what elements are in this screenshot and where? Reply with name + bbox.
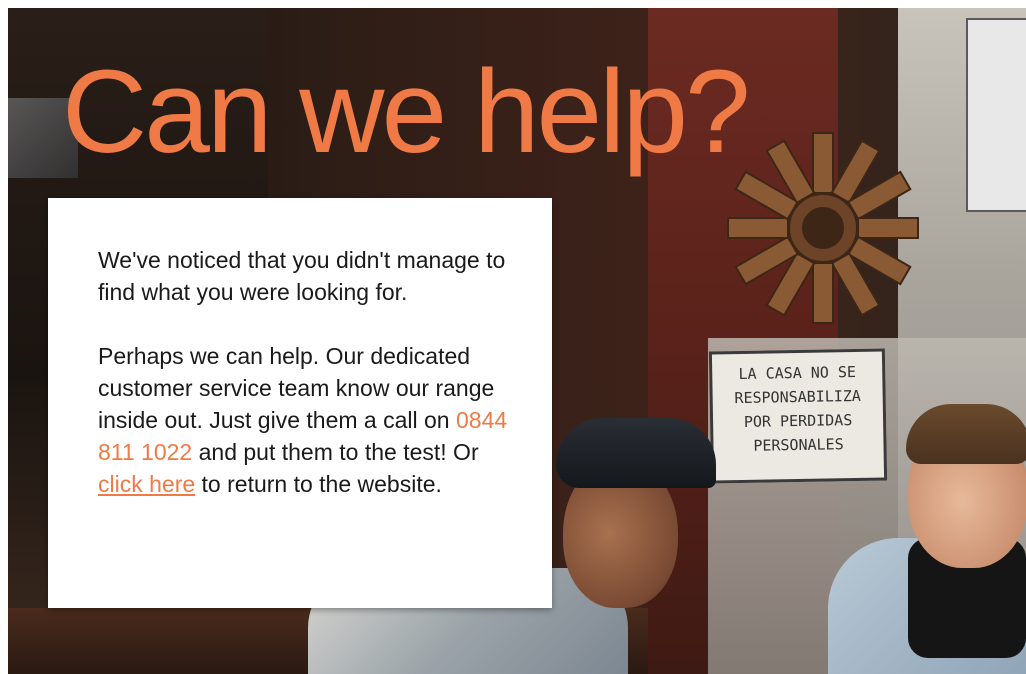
- return-to-website-link[interactable]: click here: [98, 471, 195, 497]
- message-text: to return to the website.: [195, 471, 442, 497]
- sign-line: POR PERDIDAS: [743, 411, 853, 431]
- background-wall-panel: [966, 18, 1026, 212]
- message-text: Perhaps we can help. Our dedicated custo…: [98, 343, 495, 433]
- wooden-sunburst-icon: [727, 132, 919, 324]
- sign-line: LA CASA NO SE: [738, 362, 857, 384]
- page-headline: Can we help?: [62, 46, 751, 178]
- sign-line: PERSONALES: [753, 435, 844, 455]
- wall-sign: LA CASA NO SE RESPONSABILIZA POR PERDIDA…: [708, 348, 888, 484]
- sign-line: RESPONSABILIZA: [734, 386, 862, 408]
- message-paragraph-2: Perhaps we can help. Our dedicated custo…: [98, 340, 512, 500]
- young-man-hair: [906, 404, 1026, 464]
- message-text: and put them to the test! Or: [192, 439, 479, 465]
- older-man-cap: [556, 418, 716, 488]
- message-card: We've noticed that you didn't manage to …: [48, 198, 552, 608]
- message-paragraph-1: We've noticed that you didn't manage to …: [98, 247, 506, 305]
